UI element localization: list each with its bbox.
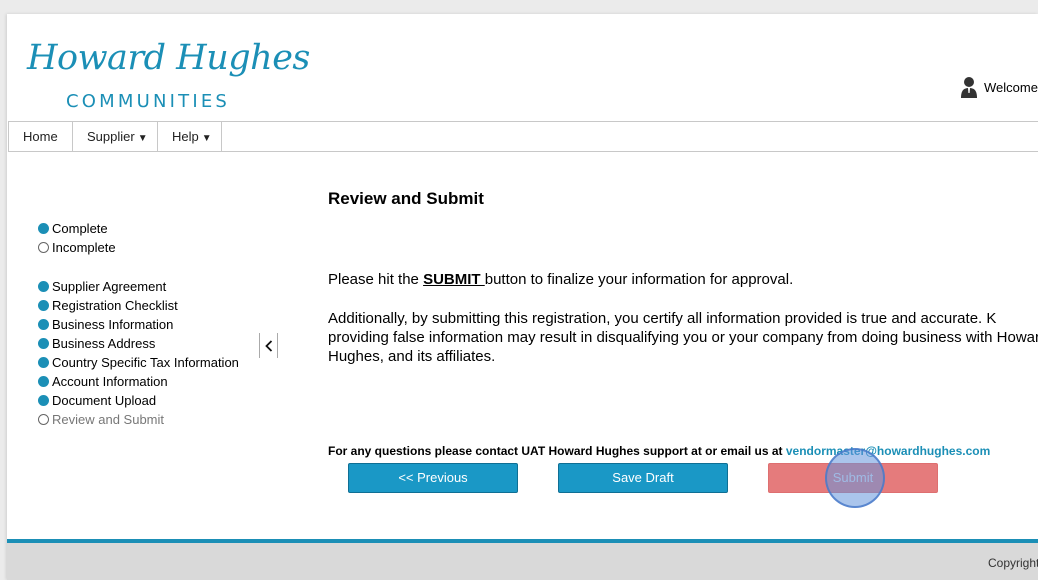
nav-help-menu[interactable]: Help ▼ (158, 122, 222, 151)
step-label: Business Address (52, 336, 156, 351)
nav-help-label: Help (172, 129, 199, 144)
contact-label: For any questions please contact UAT How… (328, 444, 786, 458)
incomplete-dot-icon (38, 414, 49, 425)
page-footer: Copyright (7, 539, 1038, 580)
howard-hughes-logo[interactable]: Howard Hughes COMMUNITIES (27, 38, 310, 112)
nav-supplier-label: Supplier (87, 129, 135, 144)
step-label: Country Specific Tax Information (52, 355, 239, 370)
nav-home-label: Home (23, 129, 58, 144)
step-country-tax-information[interactable]: Country Specific Tax Information (38, 353, 239, 372)
complete-dot-icon (38, 281, 49, 292)
copyright-text: Copyright (988, 556, 1038, 570)
registration-steps: Supplier Agreement Registration Checklis… (38, 277, 239, 429)
welcome-user[interactable]: Welcome (960, 76, 1038, 98)
complete-dot-icon (38, 395, 49, 406)
caret-down-icon: ▼ (201, 133, 212, 144)
nav-home[interactable]: Home (9, 122, 73, 151)
main-content: Review and Submit Please hit the SUBMIT … (328, 189, 1038, 458)
legend-complete: Complete (38, 219, 116, 238)
logo-script-text: Howard Hughes (27, 38, 310, 78)
instruction-text: Please hit the SUBMIT button to finalize… (328, 271, 793, 288)
legend-incomplete-label: Incomplete (52, 240, 116, 255)
welcome-text: Welcome (984, 79, 1038, 95)
legend-incomplete: Incomplete (38, 238, 116, 257)
complete-dot-icon (38, 357, 49, 368)
save-draft-button[interactable]: Save Draft (558, 463, 728, 493)
step-business-information[interactable]: Business Information (38, 315, 239, 334)
top-navigation: Home Supplier ▼ Help ▼ (8, 121, 1038, 152)
step-label: Supplier Agreement (52, 279, 167, 294)
step-registration-checklist[interactable]: Registration Checklist (38, 296, 239, 315)
complete-dot-icon (38, 300, 49, 311)
step-label: Account Information (52, 374, 168, 389)
page-title: Review and Submit (328, 189, 484, 208)
complete-dot-icon (38, 223, 49, 234)
contact-text: For any questions please contact UAT How… (328, 444, 990, 458)
step-business-address[interactable]: Business Address (38, 334, 239, 353)
instruction-submit-keyword: SUBMIT (423, 271, 485, 288)
legend-complete-label: Complete (52, 221, 108, 236)
user-icon (961, 77, 977, 98)
step-document-upload[interactable]: Document Upload (38, 391, 239, 410)
incomplete-dot-icon (38, 242, 49, 253)
step-label: Registration Checklist (52, 298, 178, 313)
collapse-sidebar-button[interactable] (259, 333, 278, 358)
step-supplier-agreement[interactable]: Supplier Agreement (38, 277, 239, 296)
chevron-left-icon (264, 339, 272, 352)
page-frame: Howard Hughes COMMUNITIES Welcome Home S… (7, 14, 1038, 580)
step-label: Business Information (52, 317, 174, 332)
step-review-and-submit[interactable]: Review and Submit (38, 410, 239, 429)
complete-dot-icon (38, 376, 49, 387)
nav-supplier-menu[interactable]: Supplier ▼ (73, 122, 158, 151)
complete-dot-icon (38, 338, 49, 349)
caret-down-icon: ▼ (137, 133, 148, 144)
step-account-information[interactable]: Account Information (38, 372, 239, 391)
support-email-link[interactable]: vendormaster@howardhughes.com (786, 444, 990, 458)
submit-button[interactable]: Submit (768, 463, 938, 493)
complete-dot-icon (38, 319, 49, 330)
certification-text: Additionally, by submitting this registr… (328, 310, 1038, 365)
step-label: Review and Submit (52, 412, 164, 427)
status-legend: Complete Incomplete (38, 219, 116, 257)
instruction-before: Please hit the (328, 271, 424, 288)
instruction-after: button to finalize your information for … (484, 271, 794, 288)
previous-button[interactable]: << Previous (348, 463, 518, 493)
logo-communities-text: COMMUNITIES (66, 91, 231, 112)
step-label: Document Upload (52, 393, 157, 408)
